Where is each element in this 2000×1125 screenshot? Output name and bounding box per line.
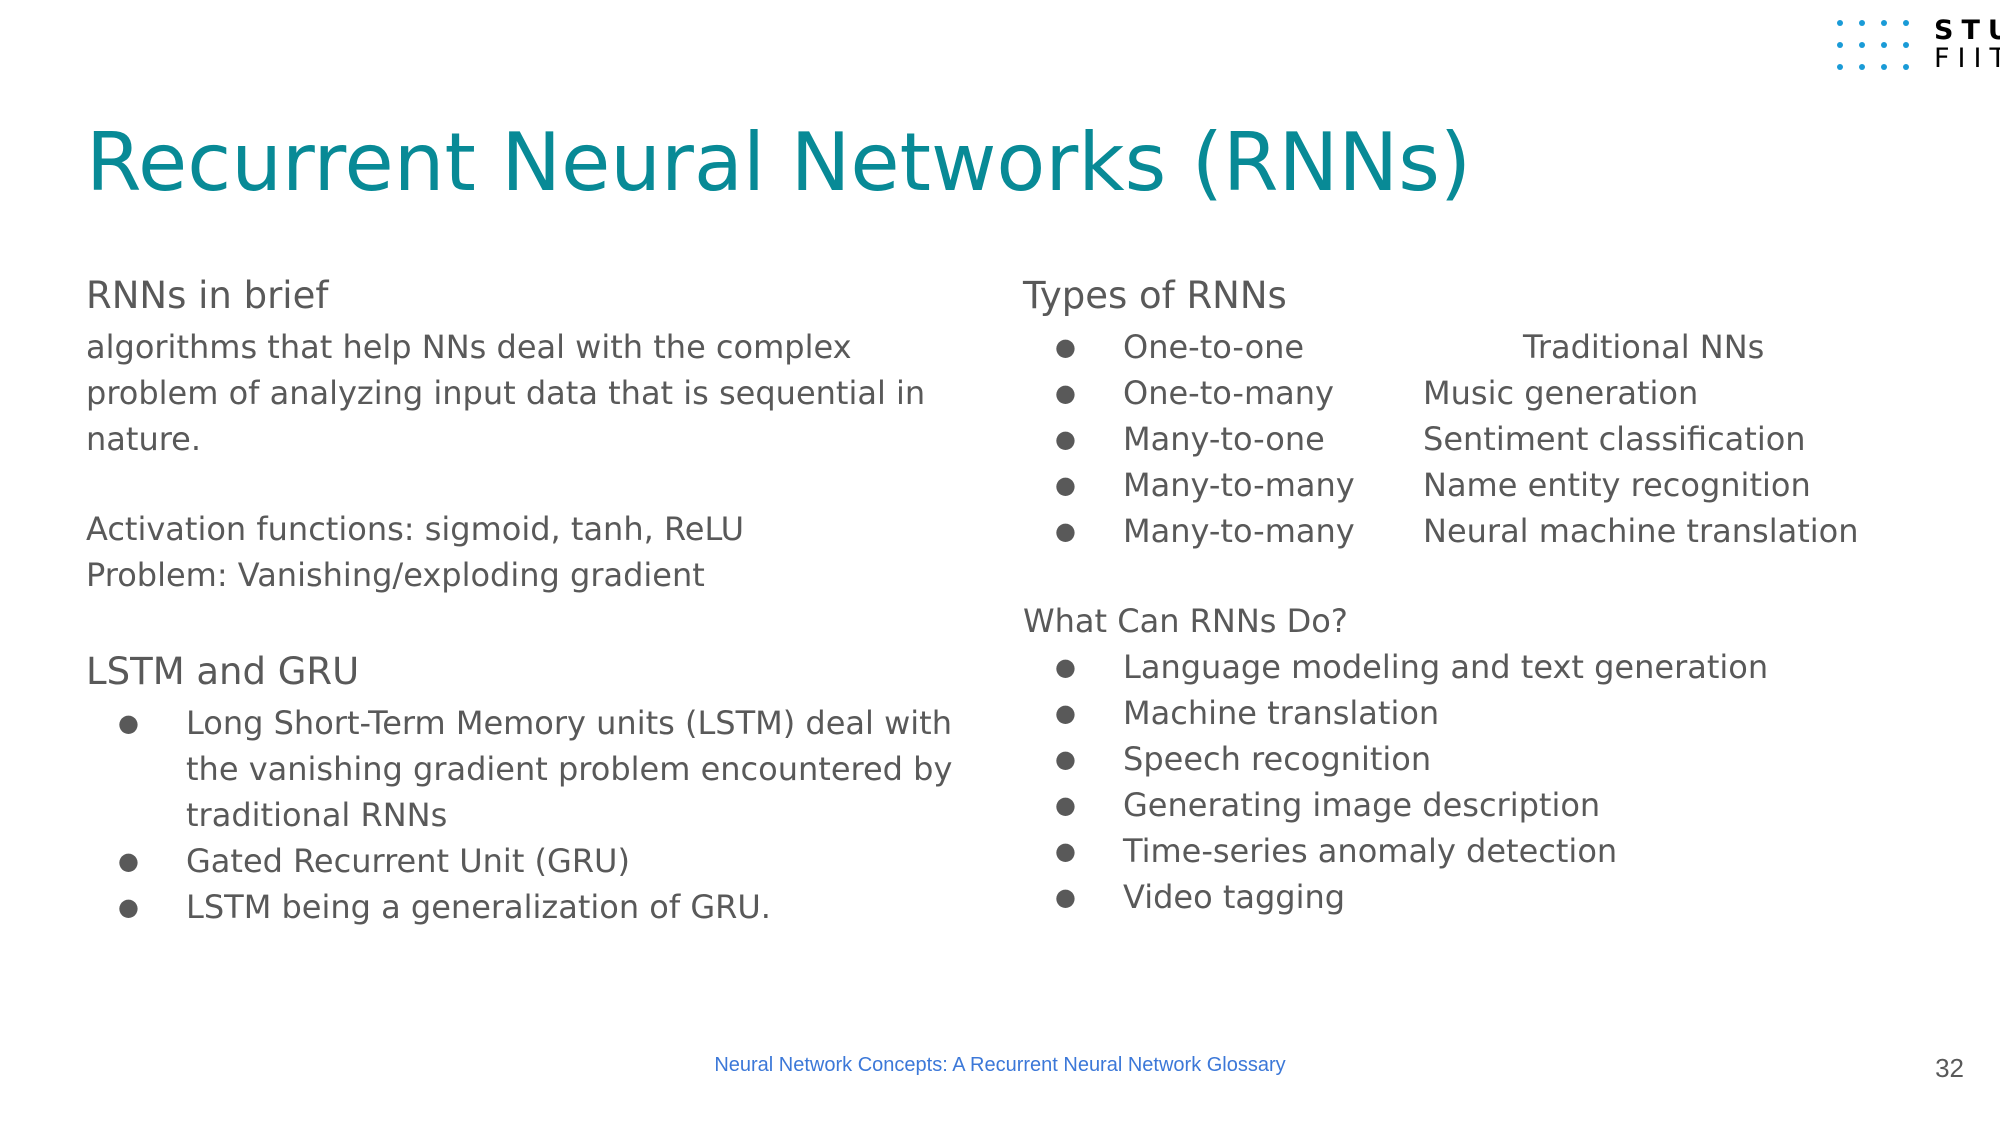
lstm-gru-list: ● Long Short-Term Memory units (LSTM) dea… xyxy=(86,700,986,930)
bullet-icon: ● xyxy=(1055,883,1076,911)
logo-dot xyxy=(1837,64,1843,70)
problem-text: Problem: Vanishing/exploding gradient xyxy=(86,556,705,594)
right-column: Types of RNNs ● One-to-one Traditional NNs… xyxy=(1023,268,1963,920)
list-item: ● One-to-many Music generation xyxy=(1023,370,1963,416)
bullet-icon: ● xyxy=(1055,653,1076,681)
bullet-icon: ● xyxy=(1055,745,1076,773)
bullet-icon: ● xyxy=(1055,333,1076,361)
activation-functions-text: Activation functions: sigmoid, tanh, ReL… xyxy=(86,510,745,548)
rnns-in-brief-text: algorithms that help NNs deal with the c… xyxy=(86,328,926,458)
rnn-type: Many-to-many xyxy=(1123,466,1355,504)
slide-title: Recurrent Neural Networks (RNNs) xyxy=(86,116,1472,209)
rnn-type: One-to-one xyxy=(1123,328,1305,366)
logo-dot xyxy=(1903,42,1909,48)
rnn-type-use: Music generation xyxy=(1423,374,1699,412)
list-item: ● One-to-one Traditional NNs xyxy=(1023,324,1963,370)
list-item: ● Long Short-Term Memory units (LSTM) dea… xyxy=(86,700,976,838)
source-link[interactable]: Neural Network Concepts: A Recurrent Neu… xyxy=(0,1052,2000,1078)
list-item: ● Language modeling and text generation xyxy=(1023,644,1963,690)
rnn-type: Many-to-one xyxy=(1123,420,1325,458)
logo-dot xyxy=(1859,64,1865,70)
list-item: ● Many-to-one Sentiment classification xyxy=(1023,416,1963,462)
rnn-type: One-to-many xyxy=(1123,374,1334,412)
list-item: ● LSTM being a generalization of GRU. xyxy=(86,884,976,930)
list-item: ● Time-series anomaly detection xyxy=(1023,828,1963,874)
list-item: ● Machine translation xyxy=(1023,690,1963,736)
list-item: ● Many-to-many Name entity recognition xyxy=(1023,462,1963,508)
bullet-icon: ● xyxy=(1055,517,1076,545)
rnn-types-list: ● One-to-one Traditional NNs ● One-to-many M… xyxy=(1023,324,1963,554)
left-column: RNNs in brief algorithms that help NNs d… xyxy=(86,268,986,930)
rnn-type: Many-to-many xyxy=(1123,512,1355,550)
logo-dot xyxy=(1837,42,1843,48)
bullet-icon: ● xyxy=(118,709,139,737)
logo-line-1: STU xyxy=(1934,15,2000,46)
logo-dot xyxy=(1881,20,1887,26)
bullet-icon: ● xyxy=(118,893,139,921)
bullet-icon: ● xyxy=(1055,791,1076,819)
rnn-type-use: Neural machine translation xyxy=(1423,512,1859,550)
rnns-in-brief-heading: RNNs in brief xyxy=(86,274,329,317)
logo-text: STU FIIT xyxy=(1934,17,2000,73)
list-item: ● Many-to-many Neural machine translation xyxy=(1023,508,1963,554)
rnn-type-use: Sentiment classification xyxy=(1423,420,1806,458)
list-item: ● Video tagging xyxy=(1023,874,1963,920)
logo-dot xyxy=(1903,20,1909,26)
logo-dot xyxy=(1881,42,1887,48)
logo-dot xyxy=(1903,64,1909,70)
bullet-icon: ● xyxy=(118,847,139,875)
logo-line-2: FIIT xyxy=(1934,43,2000,74)
list-item: ● Generating image description xyxy=(1023,782,1963,828)
rnn-uses-list: ● Language modeling and text generation ●… xyxy=(1023,644,1963,920)
rnn-type-use: Traditional NNs xyxy=(1523,328,1765,366)
types-of-rnns-heading: Types of RNNs xyxy=(1023,274,1287,317)
bullet-icon: ● xyxy=(1055,425,1076,453)
bullet-icon: ● xyxy=(1055,699,1076,727)
logo-dot xyxy=(1859,20,1865,26)
bullet-icon: ● xyxy=(1055,471,1076,499)
page-number: 32 xyxy=(1935,1053,1964,1083)
rnn-type-use: Name entity recognition xyxy=(1423,466,1811,504)
logo-dot xyxy=(1859,42,1865,48)
stu-fiit-logo: STU FIIT xyxy=(1837,17,2000,73)
bullet-icon: ● xyxy=(1055,837,1076,865)
list-item: ● Gated Recurrent Unit (GRU) xyxy=(86,838,976,884)
lstm-gru-heading: LSTM and GRU xyxy=(86,650,360,693)
logo-dots-icon xyxy=(1837,17,1913,73)
what-can-rnns-do-heading: What Can RNNs Do? xyxy=(1023,602,1348,640)
list-item: ● Speech recognition xyxy=(1023,736,1963,782)
logo-dot xyxy=(1837,20,1843,26)
logo-dot xyxy=(1881,64,1887,70)
bullet-icon: ● xyxy=(1055,379,1076,407)
